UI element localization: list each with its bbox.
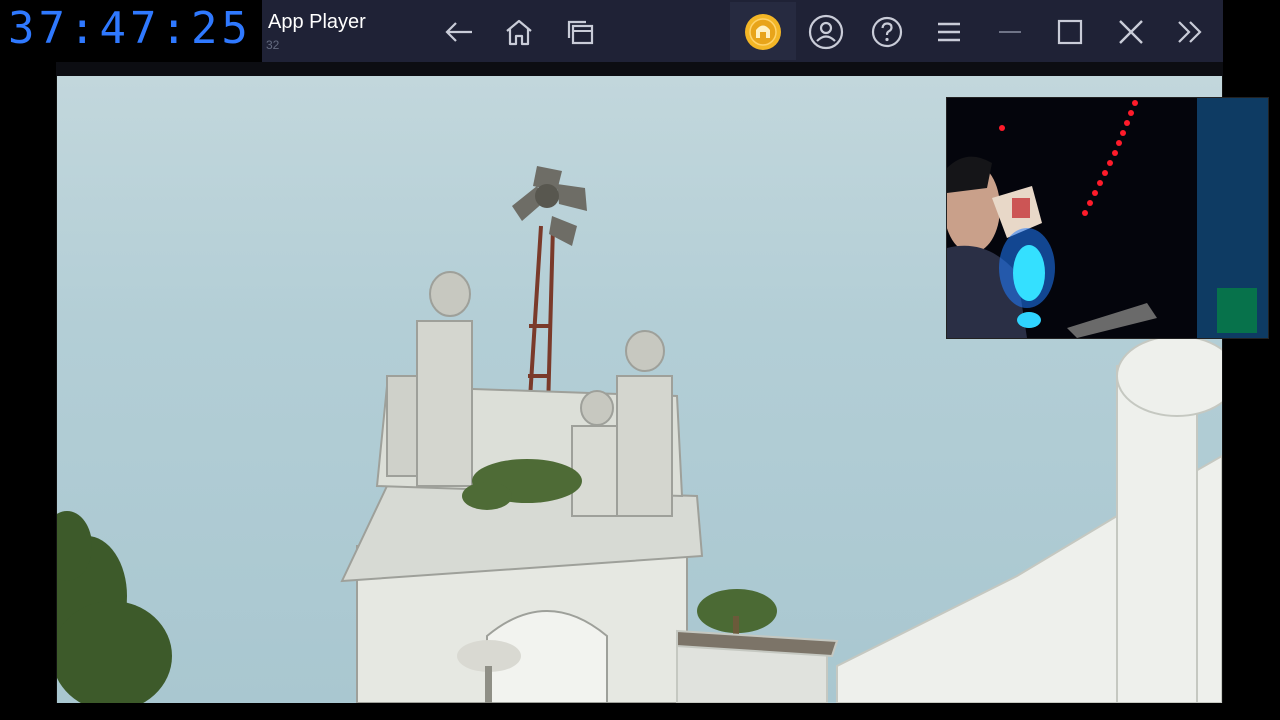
elapsed-timer: 37:47:25	[0, 0, 262, 58]
account-button[interactable]	[806, 12, 846, 52]
window-subtitle: 32	[266, 38, 280, 52]
coin-icon	[745, 14, 781, 50]
recent-apps-icon	[567, 20, 594, 45]
webcam-overlay	[946, 97, 1269, 339]
maximize-button[interactable]	[1050, 12, 1090, 52]
menu-button[interactable]	[929, 12, 969, 52]
sidebar-toggle-button[interactable]	[1170, 12, 1210, 52]
coin-button[interactable]	[743, 12, 783, 52]
right-building	[676, 335, 1222, 703]
back-button[interactable]	[439, 12, 479, 52]
hamburger-icon	[938, 22, 960, 42]
minimize-icon	[999, 31, 1021, 33]
maximize-icon	[1057, 19, 1083, 45]
account-icon	[808, 14, 844, 50]
double-chevron-right-icon	[1178, 21, 1202, 43]
arrow-left-icon	[445, 22, 472, 42]
help-icon	[871, 16, 903, 48]
help-button[interactable]	[867, 12, 907, 52]
emulator-bottom-strip	[56, 703, 1223, 720]
emulator-top-strip	[56, 62, 1223, 76]
minimize-button[interactable]	[990, 12, 1030, 52]
close-button[interactable]	[1111, 12, 1151, 52]
loudspeakers	[512, 166, 587, 246]
home-button[interactable]	[499, 12, 539, 52]
webcam-feed	[947, 98, 1268, 338]
window-title: App Player	[268, 11, 366, 33]
recent-apps-button[interactable]	[560, 12, 600, 52]
close-icon	[1119, 20, 1143, 44]
home-icon	[506, 19, 532, 46]
emulator-titlebar: App Player 32	[262, 0, 1223, 62]
tree-left	[57, 511, 172, 703]
